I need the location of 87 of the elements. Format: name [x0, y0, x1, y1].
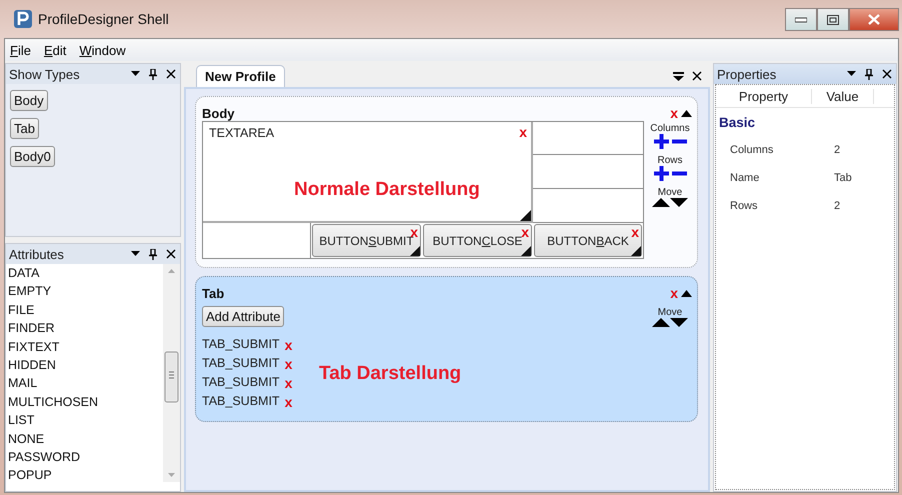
annotation-text: Tab Darstellung [319, 363, 462, 385]
attribute-item[interactable]: POPUP [8, 466, 163, 485]
maximize-button[interactable] [817, 8, 849, 31]
delete-mark[interactable]: x [521, 226, 529, 238]
delete-mark[interactable]: x [284, 358, 292, 370]
attribute-item[interactable]: MULTICHOSEN [8, 392, 163, 412]
property-value[interactable]: Tab [834, 172, 894, 184]
property-value[interactable]: 2 [834, 200, 894, 212]
menu-item[interactable]: Window [79, 42, 126, 58]
menu-item[interactable]: Edit [44, 42, 66, 58]
card-title: Body [202, 106, 236, 120]
rows-label: Rows [657, 155, 682, 166]
dropdown-icon[interactable] [847, 71, 856, 77]
attribute-item[interactable]: LIST [8, 411, 163, 430]
tab-item: TAB_SUBMIT [202, 336, 280, 353]
collapse-icon[interactable] [681, 110, 692, 116]
close-icon[interactable] [882, 69, 892, 79]
attribute-item[interactable]: PASSWORD [8, 448, 163, 466]
property-name: Rows [730, 200, 759, 212]
attribute-item[interactable]: EMPTY [8, 282, 163, 301]
delete-mark[interactable]: x [410, 226, 418, 238]
textarea-label: TEXTAREA [209, 126, 274, 140]
resize-grip-icon [631, 246, 641, 256]
attribute-item[interactable]: FIXTEXT [8, 338, 163, 356]
close-icon[interactable] [166, 249, 176, 259]
maximize-icon [827, 14, 839, 24]
type-button[interactable]: Tab [10, 118, 39, 139]
plus-icon[interactable] [654, 166, 668, 181]
panel-title: Attributes [9, 246, 65, 262]
delete-mark[interactable]: x [519, 126, 527, 138]
delete-mark[interactable]: x [284, 376, 292, 388]
close-icon[interactable] [692, 71, 702, 81]
menu-item[interactable]: File [10, 42, 31, 58]
minimize-icon [795, 16, 807, 22]
pin-icon[interactable] [149, 68, 157, 80]
panel-title: Properties [717, 66, 778, 82]
attribute-item[interactable]: FINDER [8, 319, 163, 338]
attribute-item[interactable]: NONE [8, 430, 163, 448]
delete-mark[interactable]: x [284, 338, 292, 350]
tab-list-icon[interactable] [673, 72, 684, 80]
columns-label: Columns [650, 123, 690, 134]
move-up-icon[interactable] [652, 198, 670, 207]
move-label: Move [658, 307, 682, 318]
annotation-text: Normale Darstellung [294, 179, 480, 201]
move-down-icon[interactable] [670, 198, 688, 207]
delete-mark[interactable]: x [631, 226, 639, 238]
minimize-button[interactable] [785, 8, 817, 31]
attribute-item[interactable]: HIDDEN [8, 356, 163, 374]
tab-item: TAB_SUBMIT [202, 374, 280, 391]
column-header[interactable]: Property [716, 88, 812, 104]
document-tab[interactable]: New Profile [196, 65, 285, 87]
dropdown-icon[interactable] [131, 71, 140, 77]
property-value[interactable]: 2 [834, 144, 894, 156]
delete-mark[interactable]: x [670, 287, 678, 299]
card-title: Tab [202, 286, 226, 300]
close-icon[interactable] [166, 69, 176, 79]
attribute-item[interactable]: DATA [8, 264, 163, 282]
close-icon [868, 14, 880, 25]
property-name: Name [730, 172, 760, 184]
property-name: Columns [730, 144, 774, 156]
delete-mark[interactable]: x [670, 107, 678, 119]
dropdown-icon[interactable] [131, 251, 140, 257]
move-down-icon[interactable] [670, 318, 688, 327]
pin-icon[interactable] [149, 248, 157, 260]
tab-item: TAB_SUBMIT [202, 393, 280, 410]
attribute-item[interactable]: FILE [8, 300, 163, 320]
attribute-item[interactable]: MAIL [8, 374, 163, 393]
window-title: ProfileDesigner Shell [38, 11, 170, 27]
resize-grip-icon [521, 246, 531, 256]
category-label: Basic [718, 114, 756, 132]
plus-icon[interactable] [654, 134, 668, 149]
type-button[interactable]: Body0 [10, 146, 55, 167]
add-attribute-button[interactable]: Add Attribute [202, 306, 284, 327]
resize-grip-icon [520, 210, 531, 221]
collapse-icon[interactable] [681, 290, 692, 296]
move-up-icon[interactable] [652, 318, 670, 327]
scrollbar[interactable] [163, 264, 180, 482]
tab-item: TAB_SUBMIT [202, 355, 280, 372]
move-label: Move [658, 187, 682, 198]
type-button[interactable]: Body [10, 90, 48, 111]
pin-icon[interactable] [865, 68, 873, 80]
delete-mark[interactable]: x [284, 396, 292, 408]
resize-grip-icon [410, 246, 420, 256]
app-logo-icon [14, 10, 32, 28]
close-button[interactable] [849, 8, 899, 31]
panel-title: Show Types [9, 66, 81, 82]
column-header[interactable]: Value [812, 88, 874, 104]
